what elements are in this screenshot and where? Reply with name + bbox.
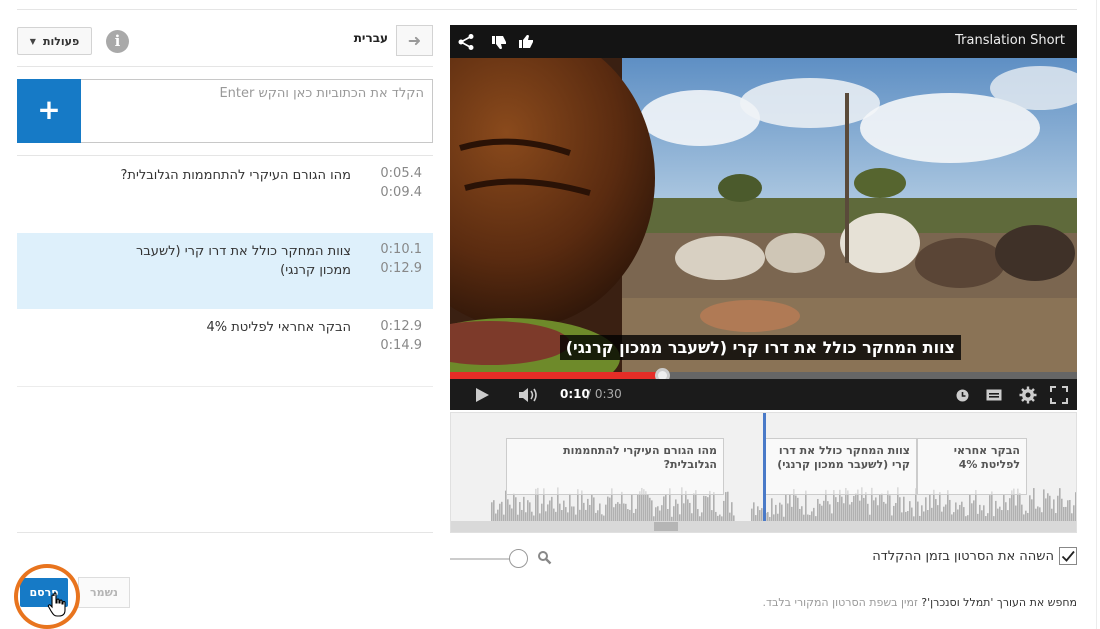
divider [17,386,433,387]
caption-text[interactable]: צוות המחקר כולל את דרו קרי (לשעבר ממכון … [101,242,351,280]
hand-cursor-icon [47,592,66,617]
caption-start-time[interactable]: 0:05.4 [372,163,422,184]
arrow-right-icon: ➜ [407,31,422,50]
page-edge-divider [1096,0,1097,629]
add-caption-button[interactable]: + [17,79,81,143]
actions-label: פעולות [42,34,80,48]
pause-while-typing-checkbox[interactable] [1059,547,1077,565]
caption-row[interactable]: מהו הגורם העיקרי להתחממות הגלובלית? 0:05… [17,156,433,232]
play-icon[interactable] [474,387,490,403]
zoom-slider-track[interactable] [450,558,512,560]
caption-text[interactable]: הבקר אחראי לפליטת 4% [101,318,352,337]
caption-text[interactable]: מהו הגורם העיקרי להתחממות הגלובלית? [101,166,351,185]
footer-note: מחפש את העורך 'תמלל וסנכרן'? זמין בשפת ה… [660,596,1077,609]
settings-icon[interactable] [1019,386,1037,404]
zoom-slider-knob[interactable] [509,549,528,568]
footer-question[interactable]: מחפש את העורך 'תמלל וסנכרן'? [921,596,1077,609]
caption-start-time[interactable]: 0:10.1 [372,239,422,260]
top-divider [17,9,1077,10]
dislike-icon[interactable] [490,33,508,51]
caption-end-time[interactable]: 0:12.9 [372,258,422,279]
volume-icon[interactable] [518,387,540,403]
timeline-scrollbar[interactable] [451,521,1076,532]
caption-row-selected[interactable]: צוות המחקר כולל את דרו קרי (לשעבר ממכון … [17,233,433,309]
timeline-caption-block[interactable]: הבקר אחראי לפליטת 4% [917,438,1027,495]
caption-row[interactable]: הבקר אחראי לפליטת 4% 0:12.9 0:14.9 [17,310,433,386]
captions-icon[interactable] [986,389,1002,401]
like-icon[interactable] [517,33,535,51]
zoom-icon[interactable] [537,550,552,565]
saved-button[interactable]: נשמר [78,577,130,608]
player-controls: 0:10 / 0:30 [450,379,1077,410]
timeline-caption-block[interactable]: מהו הגורם העיקרי להתחממות הגלובלית? [506,438,724,495]
caption-input[interactable] [84,86,424,136]
video-player[interactable]: Translation Short צוות המחקר כולל את דרו… [450,25,1077,410]
video-topbar: Translation Short [450,25,1077,58]
current-time: 0:10 [560,387,590,401]
info-icon[interactable]: i [106,30,129,53]
watch-later-icon[interactable] [956,389,969,402]
timeline-scroll-thumb[interactable] [654,522,678,531]
timeline-playhead[interactable] [763,413,766,521]
fullscreen-icon[interactable] [1050,386,1068,404]
divider [17,66,433,67]
check-icon [1061,550,1075,562]
caption-end-time[interactable]: 0:09.4 [372,182,422,203]
caret-down-icon: ▼ [29,36,36,46]
share-icon[interactable] [457,33,475,51]
language-label: עברית [353,31,388,45]
pause-while-typing-label[interactable]: השהה את הסרטון בזמן ההקלדה [760,549,1054,564]
divider [17,532,433,533]
caption-end-time[interactable]: 0:14.9 [372,335,422,356]
caption-timeline[interactable]: מהו הגורם העיקרי להתחממות הגלובלית? צוות… [450,412,1077,533]
footer-answer: זמין בשפת הסרטון המקורי בלבד. [762,596,918,609]
video-title[interactable]: Translation Short [955,33,1065,48]
timeline-caption-block[interactable]: צוות המחקר כולל את דרו קרי (לשעבר ממכון … [764,438,917,495]
progress-bar[interactable] [450,368,1077,383]
caption-start-time[interactable]: 0:12.9 [372,316,422,337]
total-time: / 0:30 [587,387,622,401]
progress-fill [450,372,664,379]
video-subtitle: צוות המחקר כולל את דרו קרי (לשעבר ממכון … [559,335,961,360]
actions-dropdown[interactable]: פעולות ▼ [17,27,92,55]
back-arrow-button[interactable]: ➜ [396,25,433,56]
